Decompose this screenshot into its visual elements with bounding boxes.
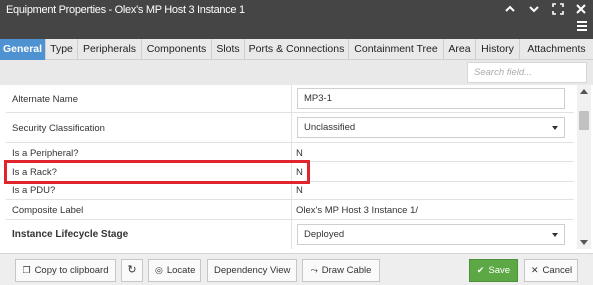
is-peripheral-label: Is a Peripheral? — [12, 148, 79, 159]
row-instance-lifecycle-stage: Instance Lifecycle Stage Deployed — [6, 220, 574, 249]
draw-cable-button[interactable]: ⤳ Draw Cable — [302, 259, 380, 282]
tab-containment-tree[interactable]: Containment Tree — [349, 39, 444, 60]
dependency-view-button[interactable]: Dependency View — [207, 259, 297, 282]
copy-label: Copy to clipboard — [34, 265, 109, 276]
row-security-classification: Security Classification Unclassified — [6, 113, 574, 143]
tab-peripherals[interactable]: Peripherals — [78, 39, 142, 60]
cancel-label: Cancel — [542, 265, 573, 276]
copy-to-clipboard-button[interactable]: ❐ Copy to clipboard — [15, 259, 116, 282]
row-is-pdu: Is a PDU? N — [6, 182, 574, 200]
security-classification-value: Unclassified — [304, 122, 356, 133]
cancel-button[interactable]: ✕ Cancel — [524, 259, 578, 282]
window-title: Equipment Properties - Olex's MP Host 3 … — [6, 4, 245, 16]
scroll-down-icon[interactable] — [580, 240, 588, 245]
security-classification-select[interactable]: Unclassified — [297, 117, 565, 138]
scrollbar[interactable] — [577, 85, 591, 249]
tab-bar: General Type Peripherals Components Slot… — [0, 39, 593, 60]
clipboard-icon: ❐ — [22, 265, 31, 275]
security-classification-label: Security Classification — [12, 123, 105, 134]
instance-lifecycle-stage-select[interactable]: Deployed — [297, 224, 565, 245]
search-input[interactable] — [467, 62, 587, 83]
row-composite-label: Composite Label Olex's MP Host 3 Instanc… — [6, 200, 574, 220]
save-label: Save — [488, 265, 511, 276]
properties-form: Alternate Name MP3-1 Security Classifica… — [6, 85, 574, 249]
draw-cable-label: Draw Cable — [321, 265, 372, 276]
instance-lifecycle-stage-value: Deployed — [304, 229, 345, 240]
tab-type[interactable]: Type — [46, 39, 78, 60]
locate-icon: ◎ — [155, 265, 163, 275]
dependency-view-label: Dependency View — [214, 265, 291, 276]
search-bar — [0, 60, 593, 85]
check-icon: ✔ — [476, 265, 485, 275]
tab-ports-connections[interactable]: Ports & Connections — [245, 39, 349, 60]
tab-slots[interactable]: Slots — [212, 39, 245, 60]
row-alternate-name: Alternate Name MP3-1 — [6, 85, 574, 113]
is-rack-value: N — [296, 167, 303, 178]
caret-down-icon — [552, 126, 558, 130]
is-pdu-value: N — [296, 185, 303, 196]
row-is-rack: Is a Rack? N — [6, 162, 574, 182]
menu-icon[interactable] — [577, 21, 587, 31]
chevron-up-icon[interactable] — [503, 3, 517, 17]
tab-general[interactable]: General — [0, 39, 46, 60]
is-pdu-label: Is a PDU? — [12, 185, 56, 196]
scroll-thumb[interactable] — [579, 111, 589, 130]
maximize-icon[interactable] — [551, 3, 565, 17]
is-rack-label: Is a Rack? — [12, 167, 57, 178]
composite-label-value: Olex's MP Host 3 Instance 1/ — [296, 205, 419, 216]
locate-label: Locate — [166, 265, 196, 276]
instance-lifecycle-stage-label: Instance Lifecycle Stage — [12, 229, 129, 240]
save-button[interactable]: ✔ Save — [469, 259, 518, 282]
chevron-down-icon[interactable] — [527, 3, 541, 17]
footer-toolbar: ❐ Copy to clipboard ↻ ◎ Locate Dependency … — [0, 253, 593, 285]
close-icon[interactable] — [574, 3, 588, 17]
scroll-up-icon[interactable] — [580, 89, 588, 94]
cable-icon: ⤳ — [310, 265, 318, 275]
alternate-name-label: Alternate Name — [12, 94, 79, 105]
row-is-peripheral: Is a Peripheral? N — [6, 143, 574, 162]
tab-area[interactable]: Area — [444, 39, 476, 60]
locate-button[interactable]: ◎ Locate — [148, 259, 201, 282]
composite-label-label: Composite Label — [12, 205, 84, 216]
close-icon: ✕ — [531, 265, 539, 275]
title-bar: Equipment Properties - Olex's MP Host 3 … — [0, 0, 593, 39]
is-peripheral-value: N — [296, 148, 303, 159]
caret-down-icon — [552, 233, 558, 237]
tab-history[interactable]: History — [476, 39, 520, 60]
tab-attachments[interactable]: Attachments — [520, 39, 593, 60]
alternate-name-field[interactable]: MP3-1 — [297, 88, 565, 109]
refresh-icon: ↻ — [127, 264, 137, 276]
tab-components[interactable]: Components — [142, 39, 212, 60]
refresh-button[interactable]: ↻ — [121, 259, 143, 282]
